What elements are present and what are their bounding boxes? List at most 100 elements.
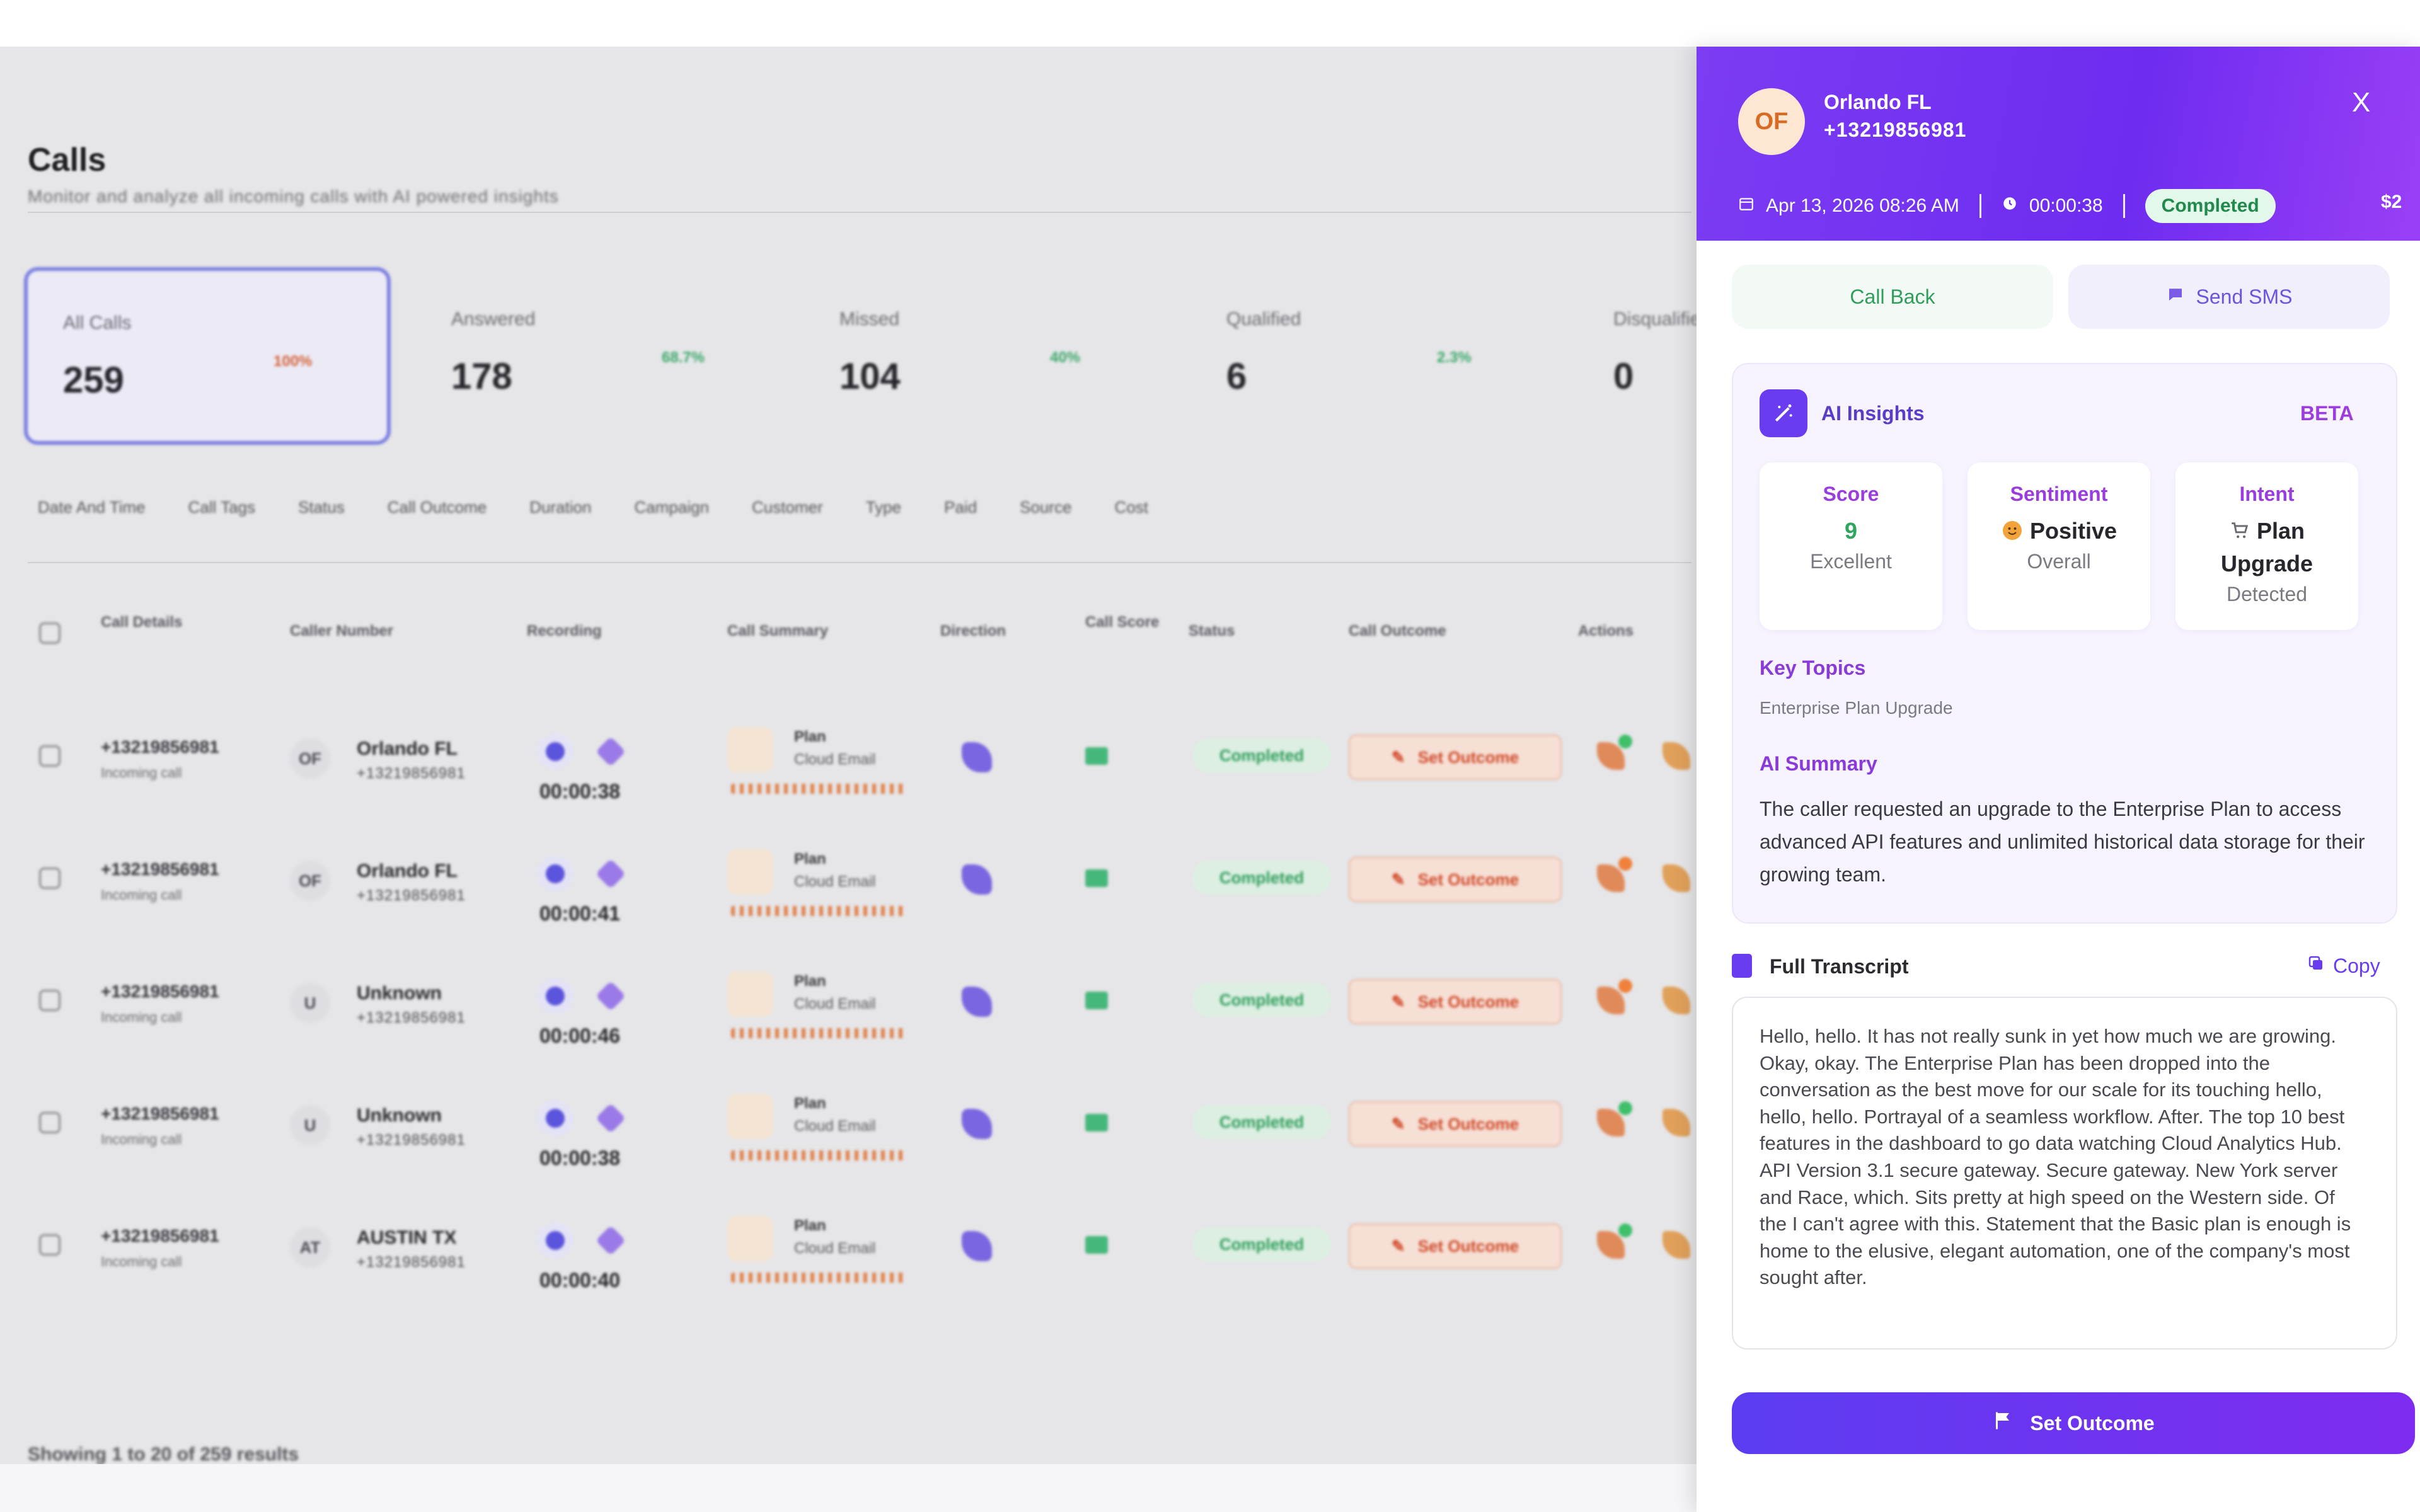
- action-secondary-icon[interactable]: [1662, 864, 1690, 892]
- status-badge: Completed: [1192, 983, 1331, 1017]
- caller-phone: +13219856981: [1824, 118, 1967, 141]
- set-outcome-label: Set Outcome: [2030, 1411, 2155, 1435]
- header-recording[interactable]: Recording: [527, 622, 602, 640]
- action-secondary-icon[interactable]: [1662, 1109, 1690, 1137]
- header-status[interactable]: Status: [1189, 622, 1235, 640]
- stat-card-missed[interactable]: Missed 104 40%: [804, 267, 1163, 437]
- meta-separator: [1979, 194, 1981, 218]
- filter-status[interactable]: Status: [298, 498, 345, 536]
- header-call-details[interactable]: Call Details: [101, 614, 182, 631]
- row-checkbox[interactable]: [39, 745, 60, 767]
- recording-wave-icon[interactable]: [595, 736, 626, 767]
- flag-icon: [1992, 1409, 2015, 1437]
- play-recording-icon[interactable]: [537, 733, 573, 770]
- recording-wave-icon[interactable]: [595, 858, 626, 890]
- summary-icon: [727, 1216, 773, 1261]
- header-actions[interactable]: Actions: [1578, 622, 1634, 640]
- call-score-icon: [1085, 747, 1108, 765]
- action-secondary-icon[interactable]: [1662, 1231, 1690, 1259]
- action-secondary-icon[interactable]: [1662, 742, 1690, 770]
- filter-duration[interactable]: Duration: [529, 498, 591, 536]
- recording-duration: 00:00:38: [539, 780, 621, 803]
- action-status-dot: [1618, 735, 1632, 748]
- row-checkbox[interactable]: [39, 990, 60, 1011]
- stat-value: 104: [839, 356, 901, 397]
- close-button[interactable]: X: [2352, 87, 2370, 118]
- stat-card-all-calls[interactable]: All Calls 259 100%: [24, 267, 391, 445]
- set-outcome-button[interactable]: ✎ Set Outcome: [1349, 857, 1562, 902]
- play-recording-icon[interactable]: [537, 978, 573, 1014]
- smiley-icon: [2001, 518, 2030, 544]
- caller-name: AUSTIN TX: [357, 1227, 457, 1248]
- intent-sub: Detected: [2226, 583, 2308, 605]
- pencil-icon: ✎: [1391, 1114, 1405, 1133]
- send-sms-button[interactable]: Send SMS: [2068, 265, 2390, 329]
- caller-avatar: OF: [290, 738, 330, 779]
- header-call-summary[interactable]: Call Summary: [727, 622, 828, 640]
- row-checkbox[interactable]: [39, 1112, 60, 1133]
- panel-header: OF Orlando FL +13219856981 X Apr 13, 202…: [1697, 47, 2420, 241]
- filter-call-outcome[interactable]: Call Outcome: [388, 498, 487, 536]
- play-recording-icon[interactable]: [537, 856, 573, 892]
- copy-label: Copy: [2333, 954, 2380, 977]
- table-row[interactable]: +13219856981 Incoming call AT AUSTIN TX …: [0, 1187, 1697, 1309]
- sentiment-value-row: Positive: [1968, 515, 2150, 547]
- outcome-label: Set Outcome: [1417, 1114, 1519, 1133]
- set-outcome-button[interactable]: ✎ Set Outcome: [1349, 1223, 1562, 1269]
- stat-card-disqualified[interactable]: Disqualified 0: [1578, 267, 1697, 437]
- select-all-checkbox[interactable]: [39, 622, 60, 644]
- action-status-dot: [1618, 857, 1632, 871]
- header-direction[interactable]: Direction: [940, 622, 1006, 640]
- pagination-summary: Showing 1 to 20 of 259 results: [28, 1444, 299, 1464]
- page-title: Calls: [28, 142, 107, 178]
- call-type: Incoming call: [101, 887, 182, 903]
- filter-date[interactable]: Date And Time: [38, 498, 146, 536]
- filter-paid[interactable]: Paid: [944, 498, 977, 536]
- recording-wave-icon[interactable]: [595, 980, 626, 1012]
- set-outcome-button[interactable]: ✎ Set Outcome: [1349, 1101, 1562, 1147]
- summary-subtitle: Cloud Email: [794, 751, 876, 768]
- row-checkbox[interactable]: [39, 1234, 60, 1256]
- recording-wave-icon[interactable]: [595, 1225, 626, 1256]
- ai-summary-text: The caller requested an upgrade to the E…: [1760, 798, 2365, 886]
- table-row[interactable]: +13219856981 Incoming call OF Orlando FL…: [0, 820, 1697, 942]
- set-outcome-button[interactable]: ✎ Set Outcome: [1349, 735, 1562, 780]
- stat-label: Answered: [451, 309, 536, 329]
- action-secondary-icon[interactable]: [1662, 987, 1690, 1014]
- table-row[interactable]: +13219856981 Incoming call U Unknown +13…: [0, 942, 1697, 1065]
- stat-card-qualified[interactable]: Qualified 6 2.3%: [1191, 267, 1550, 437]
- call-back-button[interactable]: Call Back: [1732, 265, 2053, 329]
- call-id: +13219856981: [101, 1226, 219, 1246]
- set-outcome-button[interactable]: Set Outcome: [1732, 1392, 2415, 1454]
- copy-button[interactable]: Copy: [2307, 954, 2380, 978]
- row-checkbox[interactable]: [39, 868, 60, 889]
- filter-cost[interactable]: Cost: [1115, 498, 1148, 536]
- set-outcome-button[interactable]: ✎ Set Outcome: [1349, 979, 1562, 1024]
- copy-icon: [2307, 954, 2325, 978]
- filter-customer[interactable]: Customer: [752, 498, 823, 536]
- filter-type[interactable]: Type: [866, 498, 901, 536]
- table-row[interactable]: +13219856981 Incoming call U Unknown +13…: [0, 1065, 1697, 1187]
- table-row[interactable]: +13219856981 Incoming call OF Orlando FL…: [0, 698, 1697, 820]
- stat-card-answered[interactable]: Answered 178 68.7%: [416, 267, 775, 437]
- header-call-outcome[interactable]: Call Outcome: [1349, 622, 1446, 640]
- summary-subtitle: Cloud Email: [794, 873, 876, 890]
- stat-delta: 68.7%: [662, 349, 705, 366]
- filter-source[interactable]: Source: [1020, 498, 1071, 536]
- recording-wave-icon[interactable]: [595, 1102, 626, 1134]
- header-call-score[interactable]: Call Score: [1085, 614, 1159, 631]
- summary-icon: [727, 849, 773, 895]
- header-caller-number[interactable]: Caller Number: [290, 622, 393, 640]
- filter-call-tags[interactable]: Call Tags: [188, 498, 255, 536]
- filter-campaign[interactable]: Campaign: [635, 498, 710, 536]
- summary-title: Plan: [794, 728, 826, 745]
- caller-phone: +13219856981: [357, 1009, 466, 1026]
- incoming-call-icon: [962, 1109, 992, 1139]
- key-topic: Enterprise Plan Upgrade: [1760, 698, 1953, 718]
- transcript-box[interactable]: Hello, hello. It has not really sunk in …: [1732, 997, 2397, 1349]
- outcome-label: Set Outcome: [1417, 1236, 1519, 1256]
- play-recording-icon[interactable]: [537, 1100, 573, 1137]
- stat-label: Missed: [839, 309, 900, 329]
- play-recording-icon[interactable]: [537, 1222, 573, 1259]
- sentiment-sub: Overall: [2027, 550, 2091, 573]
